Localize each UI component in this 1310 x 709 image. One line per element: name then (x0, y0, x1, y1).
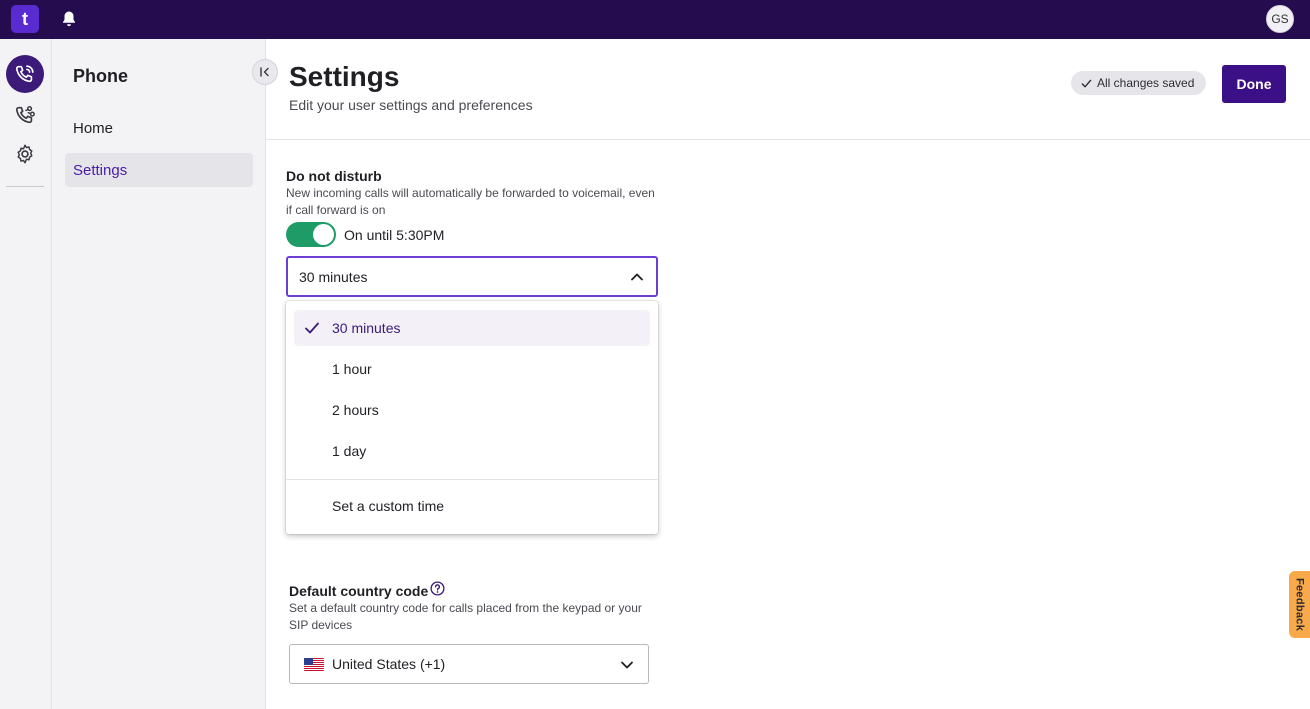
feedback-label: Feedback (1293, 577, 1306, 632)
rail-divider (6, 186, 44, 187)
dnd-option-label: 30 minutes (332, 320, 401, 336)
dnd-option-label: 2 hours (332, 402, 379, 418)
page-title: Settings (289, 61, 400, 92)
dnd-duration-select[interactable]: 30 minutes (286, 256, 658, 297)
settings-main: Settings Edit your user settings and pre… (266, 39, 1310, 709)
dnd-description: New incoming calls will automatically be… (286, 186, 655, 217)
country-code-select[interactable]: United States (+1) (289, 644, 649, 684)
country-code-value: United States (+1) (332, 656, 446, 672)
dnd-option-custom-time[interactable]: Set a custom time (294, 488, 650, 524)
feedback-tab[interactable]: Feedback (1289, 571, 1310, 638)
us-flag-icon (304, 657, 324, 671)
dnd-option-label: 1 hour (332, 361, 372, 377)
top-bar: t GS (0, 0, 1310, 39)
help-icon[interactable] (430, 581, 445, 596)
check-icon (1081, 79, 1092, 87)
app-logo[interactable]: t (11, 5, 39, 33)
chevron-up-icon (631, 273, 643, 281)
dnd-option-label: Set a custom time (332, 498, 445, 514)
phone-sidebar: Phone Home Settings (52, 39, 266, 709)
user-avatar[interactable]: GS (1266, 5, 1294, 33)
saved-status-text: All changes saved (1097, 76, 1195, 90)
collapse-sidebar-button[interactable] (252, 59, 278, 85)
sidebar-item-label: Home (73, 119, 114, 137)
gear-icon (17, 144, 33, 164)
dnd-duration-value: 30 minutes (299, 268, 368, 285)
rail-settings-button[interactable] (6, 135, 44, 173)
header-divider (266, 139, 1310, 140)
dnd-option-30-minutes[interactable]: 30 minutes (294, 310, 650, 346)
rail-phone-button[interactable] (6, 55, 44, 93)
sidebar-item-home[interactable]: Home (65, 111, 253, 145)
toggle-knob (313, 224, 334, 245)
menu-divider (286, 479, 658, 480)
country-title: Default country code (289, 583, 429, 599)
rail-routing-button[interactable] (6, 96, 44, 134)
saved-status-badge: All changes saved (1071, 71, 1207, 95)
sidebar-title: Phone (73, 66, 129, 86)
chevron-down-icon (621, 661, 633, 669)
country-description: Set a default country code for calls pla… (289, 601, 642, 632)
dnd-option-1-hour[interactable]: 1 hour (294, 351, 650, 387)
dnd-option-1-day[interactable]: 1 day (294, 433, 650, 469)
dnd-title: Do not disturb (286, 168, 382, 184)
bell-icon[interactable] (60, 10, 78, 28)
sidebar-item-label: Settings (73, 161, 128, 179)
check-icon (305, 322, 319, 334)
dnd-duration-menu: 30 minutes 1 hour 2 hours 1 day Set a cu… (286, 301, 658, 534)
app-rail (0, 39, 52, 709)
done-button[interactable]: Done (1222, 65, 1286, 103)
sidebar-item-settings[interactable]: Settings (65, 153, 253, 187)
call-routing-icon (15, 106, 35, 124)
dnd-option-label: 1 day (332, 443, 367, 459)
phone-call-icon (15, 65, 34, 83)
dnd-option-2-hours[interactable]: 2 hours (294, 392, 650, 428)
collapse-left-icon (260, 67, 269, 77)
dnd-toggle-label: On until 5:30PM (344, 227, 445, 243)
dnd-toggle[interactable] (286, 222, 336, 247)
page-subtitle: Edit your user settings and preferences (289, 97, 533, 113)
